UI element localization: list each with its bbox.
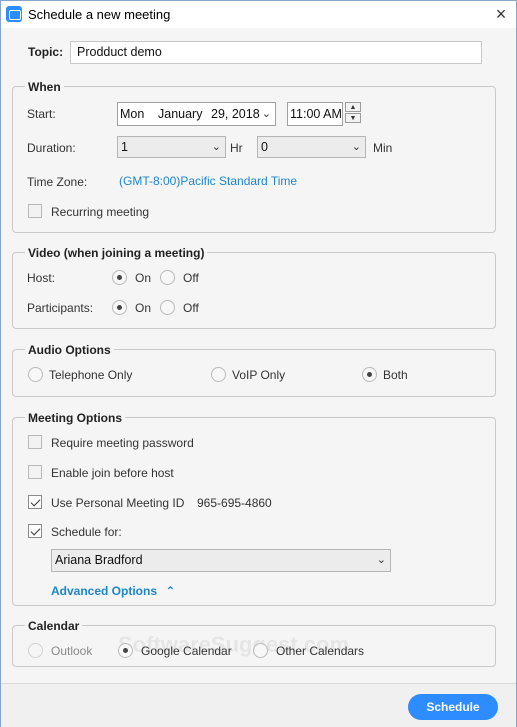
start-date: 29, 2018 [211,107,260,121]
timezone-link[interactable]: (GMT-8:00)Pacific Standard Time [119,174,297,188]
start-label: Start: [27,107,56,121]
audio-both-label: Both [383,368,408,382]
calendar-outlook-radio[interactable] [28,643,43,658]
dialog-content: Topic: Prodduct demo When Start: Mon Jan… [1,28,516,683]
calendar-legend: Calendar [25,619,83,633]
calendar-google-radio[interactable] [118,643,133,658]
schedule-meeting-window: Schedule a new meeting × Topic: Prodduct… [0,0,517,727]
calendar-google-label: Google Calendar [141,644,232,658]
audio-voip-radio[interactable] [211,367,226,382]
audio-both-radio[interactable] [362,367,377,382]
audio-voip-label: VoIP Only [232,368,286,382]
schedule-for-select[interactable]: Ariana Bradford ⌄ [51,549,391,572]
calendar-other-label: Other Calendars [276,644,365,658]
participants-on-label: On [135,301,152,315]
title-bar: Schedule a new meeting × [1,1,516,28]
schedule-for-label: Schedule for: [51,525,122,539]
hr-unit-label: Hr [230,141,243,155]
duration-label: Duration: [27,141,76,155]
require-password-checkbox[interactable] [28,435,42,449]
topic-label: Topic: [28,45,64,59]
start-day: Mon [120,107,145,121]
duration-min-select[interactable]: 0 ⌄ [257,136,366,158]
require-password-label: Require meeting password [51,436,194,450]
calendar-other-radio[interactable] [253,643,268,658]
duration-hr-select[interactable]: 1 ⌄ [117,136,226,158]
participants-off-radio[interactable] [160,300,175,315]
duration-min-value: 0 [261,140,268,154]
spin-down-icon[interactable]: ▼ [345,113,361,123]
advanced-options-label: Advanced Options [51,584,158,598]
chevron-down-icon: ⌄ [376,554,386,566]
duration-hr-value: 1 [121,140,128,154]
personal-meeting-id-value: 965-695-4860 [197,496,272,510]
personal-meeting-id-checkbox[interactable] [28,495,42,509]
calendar-outlook-label: Outlook [51,644,93,658]
host-off-label: Off [183,271,199,285]
meeting-options-legend: Meeting Options [25,411,125,425]
advanced-options-link[interactable]: Advanced Options ⌃ [51,584,175,598]
host-label: Host: [27,271,56,285]
min-unit-label: Min [373,141,393,155]
participants-label: Participants: [27,301,94,315]
chevron-down-icon: ⌄ [351,141,361,153]
when-legend: When [25,80,64,94]
zoom-app-icon [6,6,22,22]
spin-up-icon[interactable]: ▲ [345,102,361,112]
join-before-host-label: Enable join before host [51,466,174,480]
chevron-down-icon: ⌄ [211,141,221,153]
audio-telephone-label: Telephone Only [49,368,133,382]
start-month: January [158,107,203,121]
host-on-radio[interactable] [112,270,127,285]
video-legend: Video (when joining a meeting) [25,246,208,260]
personal-meeting-id-label: Use Personal Meeting ID [51,496,185,510]
participants-on-radio[interactable] [112,300,127,315]
window-title: Schedule a new meeting [28,7,171,22]
host-on-label: On [135,271,152,285]
topic-input[interactable]: Prodduct demo [70,41,482,64]
recurring-checkbox[interactable] [28,204,42,218]
start-date-picker[interactable]: Mon January 29, 2018 ⌄ [117,102,276,126]
video-group [12,252,496,329]
audio-legend: Audio Options [25,343,114,357]
audio-telephone-radio[interactable] [28,367,43,382]
join-before-host-checkbox[interactable] [28,465,42,479]
time-spinner[interactable]: ▲ ▼ [345,102,363,125]
schedule-for-checkbox[interactable] [28,524,42,538]
host-off-radio[interactable] [160,270,175,285]
participants-off-label: Off [183,301,199,315]
chevron-down-icon: ⌄ [261,108,271,120]
schedule-button[interactable]: Schedule [408,694,498,720]
close-icon[interactable]: × [491,4,511,24]
chevron-up-icon: ⌃ [165,584,176,598]
dialog-footer: Schedule [1,683,516,727]
start-time-input[interactable]: 11:00 AM [287,102,343,126]
start-time-value: 11:00 AM [290,107,342,121]
recurring-label: Recurring meeting [51,205,150,219]
timezone-label: Time Zone: [27,175,88,189]
schedule-for-value: Ariana Bradford [55,553,143,567]
